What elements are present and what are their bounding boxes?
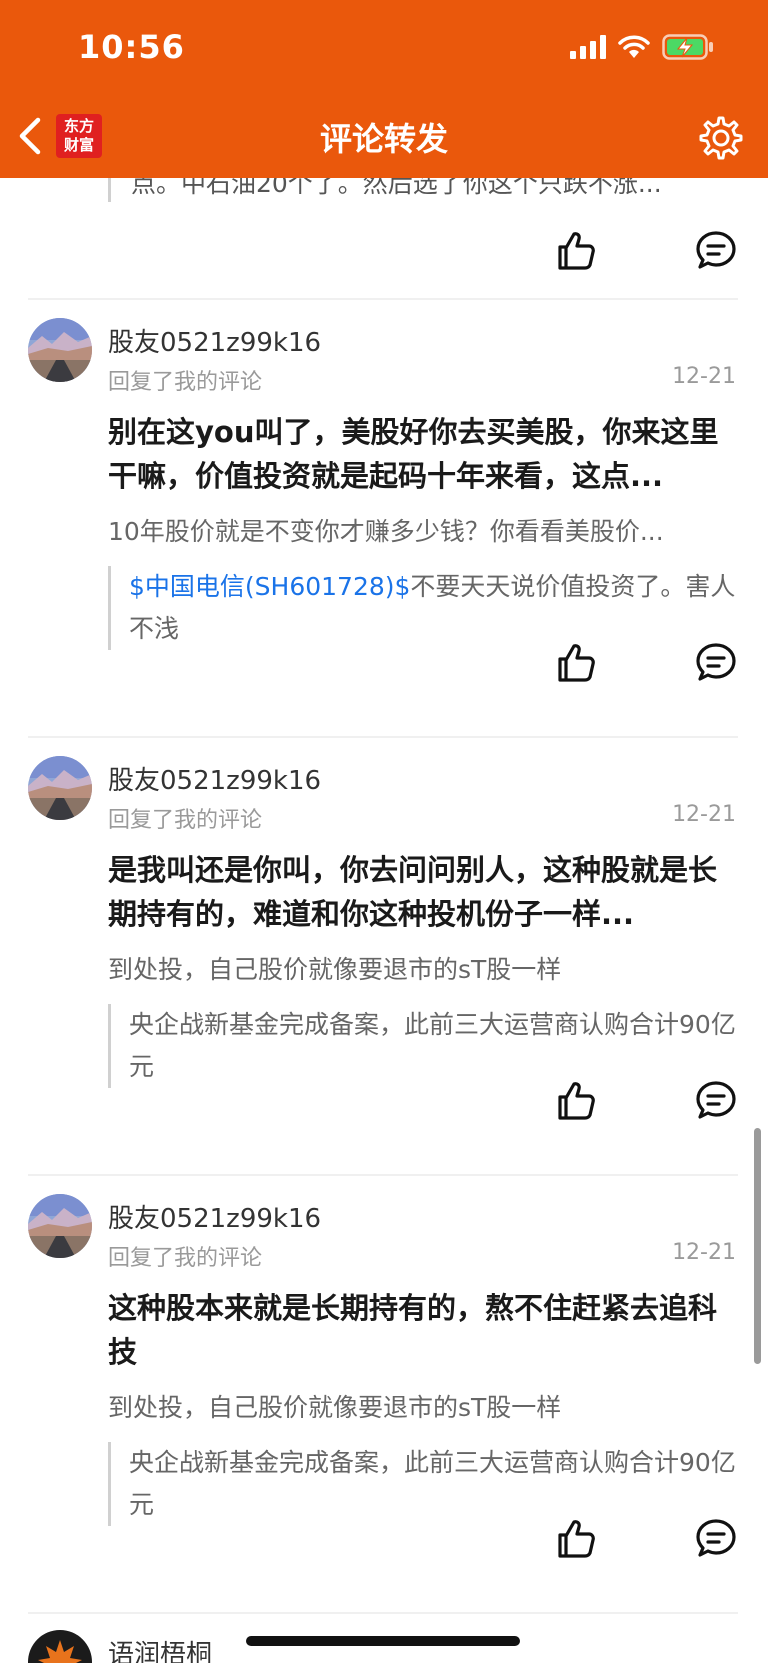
avatar[interactable]	[28, 1194, 92, 1258]
original-post-quote[interactable]: 央企战新基金完成备案，此前三大运营商认购合计90亿元	[108, 1442, 738, 1526]
battery-charging-icon	[662, 34, 713, 60]
divider	[28, 1612, 738, 1614]
comment-bubble-icon[interactable]	[694, 1516, 738, 1560]
thumbs-up-icon[interactable]	[552, 1516, 596, 1560]
replied-comment-text[interactable]: 到处投，自己股价就像要退市的sT股一样	[108, 952, 738, 988]
thumbs-up-icon[interactable]	[552, 228, 596, 272]
comment-card[interactable]: 语润梧桐	[0, 1630, 768, 1663]
username[interactable]: 语润梧桐	[108, 1634, 212, 1663]
avatar-landscape-image	[28, 1194, 92, 1258]
page-title: 评论转发	[319, 120, 448, 158]
divider	[28, 736, 738, 738]
comment-actions	[0, 1078, 768, 1128]
app-header: 10:56 东方 财富 评论转发	[0, 0, 768, 178]
comment-body[interactable]: 是我叫还是你叫，你去问问别人，这种股就是长期持有的，难道和你这种投机份子一样..…	[108, 848, 738, 936]
reply-label: 回复了我的评论	[108, 370, 263, 395]
username[interactable]: 股友0521z99k16	[108, 322, 321, 359]
comment-date: 12-21	[672, 364, 736, 389]
original-post-text: 央企战新基金完成备案，此前三大运营商认购合计90亿元	[129, 1010, 736, 1081]
comment-bubble-icon[interactable]	[694, 228, 738, 272]
comment-body[interactable]: 别在这you叫了，美股好你去买美股，你来这里干嘛，价值投资就是起码十年来看，这点…	[108, 410, 738, 498]
comment-actions	[0, 640, 768, 690]
reply-label: 回复了我的评论	[108, 1246, 263, 1271]
comment-date: 12-21	[672, 802, 736, 827]
avatar-landscape-image	[28, 318, 92, 382]
avatar[interactable]	[28, 318, 92, 382]
avatar[interactable]	[28, 756, 92, 820]
status-icons	[570, 34, 714, 60]
previous-comment-quote: 点。中石油20个了。然后选了你这个只跌不涨...	[108, 178, 728, 202]
comment-actions	[0, 1516, 768, 1566]
avatar-landscape-image	[28, 756, 92, 820]
comment-feed[interactable]: 点。中石油20个了。然后选了你这个只跌不涨... 股友0521z99k16 回复…	[0, 178, 768, 1663]
comment-bubble-icon[interactable]	[694, 1078, 738, 1122]
comment-bubble-icon[interactable]	[694, 640, 738, 684]
comment-body[interactable]: 这种股本来就是长期持有的，熬不住赶紧去追科技	[108, 1286, 738, 1374]
replied-comment-text[interactable]: 10年股价就是不变你才赚多少钱？你看看美股价...	[108, 514, 738, 550]
original-post-quote[interactable]: $中国电信(SH601728)$不要天天说价值投资了。害人不浅	[108, 566, 738, 650]
avatar-maple-leaf-image	[28, 1630, 92, 1663]
thumbs-up-icon[interactable]	[552, 640, 596, 684]
home-indicator[interactable]	[246, 1636, 520, 1646]
comment-date: 12-21	[672, 1240, 736, 1265]
original-post-text: 央企战新基金完成备案，此前三大运营商认购合计90亿元	[129, 1448, 736, 1519]
original-post-quote[interactable]: 央企战新基金完成备案，此前三大运营商认购合计90亿元	[108, 1004, 738, 1088]
thumbs-up-icon[interactable]	[552, 1078, 596, 1122]
replied-comment-text[interactable]: 到处投，自己股价就像要退市的sT股一样	[108, 1390, 738, 1426]
cellular-signal-icon	[570, 35, 606, 59]
stock-link[interactable]: $中国电信(SH601728)$	[129, 572, 410, 601]
divider	[28, 1174, 738, 1176]
divider	[28, 298, 738, 300]
scrollbar[interactable]	[754, 1128, 761, 1364]
status-time: 10:56	[78, 28, 185, 66]
avatar[interactable]	[28, 1630, 92, 1663]
username[interactable]: 股友0521z99k16	[108, 760, 321, 797]
gear-icon[interactable]	[698, 115, 744, 161]
username[interactable]: 股友0521z99k16	[108, 1198, 321, 1235]
wifi-icon	[618, 35, 650, 58]
previous-actions	[0, 228, 768, 278]
reply-label: 回复了我的评论	[108, 808, 263, 833]
